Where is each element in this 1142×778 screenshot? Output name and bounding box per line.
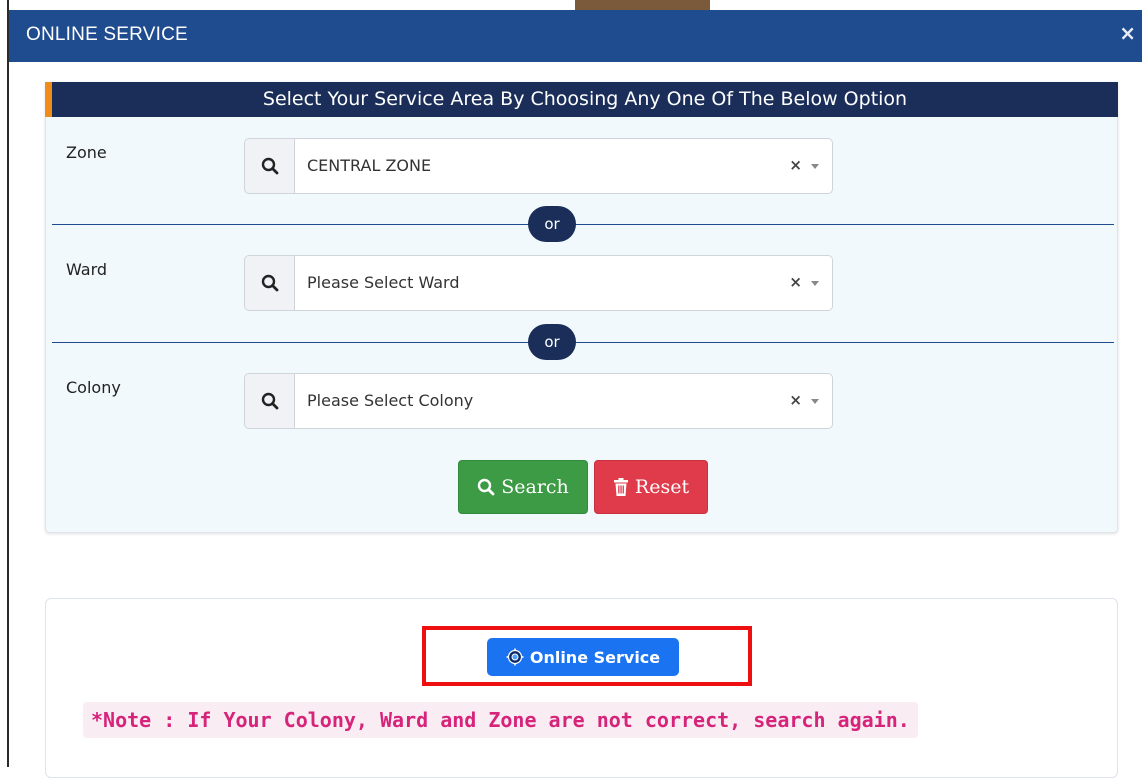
modal-title: ONLINE SERVICE [26, 24, 188, 45]
ward-label: Ward [66, 260, 108, 279]
highlight-box: Online Service [422, 626, 752, 686]
ward-search-addon [244, 255, 294, 311]
reset-button[interactable]: Reset [594, 460, 708, 514]
colony-search-addon [244, 373, 294, 429]
service-area-card: Select Your Service Area By Choosing Any… [45, 82, 1118, 533]
online-service-card: Online Service *Note : If Your Colony, W… [45, 598, 1118, 778]
colony-select-placeholder: Please Select Colony [307, 391, 474, 410]
colony-label: Colony [66, 378, 121, 397]
search-icon [478, 478, 495, 496]
zone-search-addon [244, 138, 294, 194]
background-page [0, 0, 1142, 10]
card-heading: Select Your Service Area By Choosing Any… [45, 82, 1118, 117]
search-button[interactable]: Search [458, 460, 588, 514]
or-badge: or [528, 324, 576, 360]
online-service-button[interactable]: Online Service [487, 638, 679, 676]
search-icon [261, 392, 278, 410]
ward-select-placeholder: Please Select Ward [307, 273, 460, 292]
zone-caret-icon[interactable] [811, 164, 819, 169]
or-badge: or [528, 206, 576, 242]
zone-select-value: CENTRAL ZONE [307, 156, 432, 175]
search-icon [261, 157, 278, 175]
online-service-label: Online Service [529, 647, 661, 667]
ward-caret-icon[interactable] [811, 281, 819, 286]
background-edge [0, 0, 9, 767]
trash-icon [613, 478, 628, 496]
colony-caret-icon[interactable] [811, 399, 819, 404]
ward-select[interactable]: Please Select Ward × [294, 255, 833, 311]
note-text: *Note : If Your Colony, Ward and Zone ar… [83, 702, 918, 738]
online-service-modal: ONLINE SERVICE × Select Your Service Are… [9, 10, 1142, 778]
or-divider [52, 224, 1114, 225]
reset-button-label: Reset [634, 476, 690, 498]
zone-select[interactable]: CENTRAL ZONE × [294, 138, 833, 194]
zone-clear-icon[interactable]: × [789, 156, 802, 174]
modal-header: ONLINE SERVICE × [9, 10, 1142, 62]
search-icon [261, 274, 278, 292]
gear-icon [506, 648, 524, 666]
ward-clear-icon[interactable]: × [789, 273, 802, 291]
search-button-label: Search [501, 476, 569, 498]
colony-select[interactable]: Please Select Colony × [294, 373, 833, 429]
or-divider [52, 342, 1114, 343]
close-icon[interactable]: × [1119, 20, 1136, 46]
zone-label: Zone [66, 143, 107, 162]
colony-clear-icon[interactable]: × [789, 391, 802, 409]
